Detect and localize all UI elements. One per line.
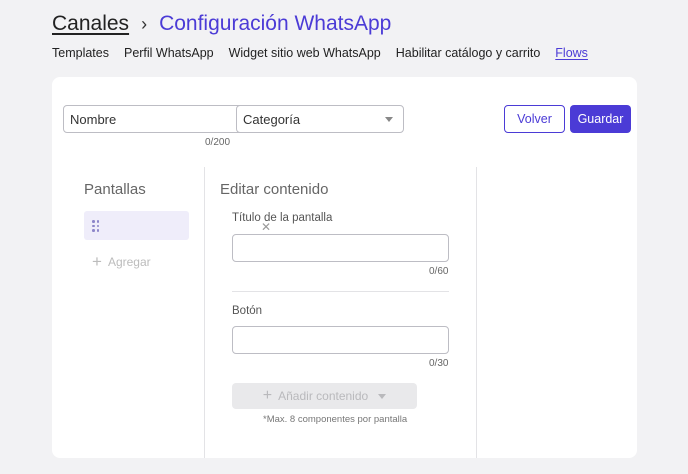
tab-widget-sitio-web[interactable]: Widget sitio web WhatsApp [229,46,381,60]
button-text-char-counter: 0/30 [429,358,449,369]
chevron-down-icon [378,393,387,399]
tab-flows[interactable]: Flows [555,46,588,60]
name-input[interactable] [64,106,258,132]
tab-templates[interactable]: Templates [52,46,109,60]
add-content-label: Añadir contenido [278,389,369,403]
button-text-input[interactable] [233,327,448,353]
button-text-label: Botón [232,305,263,317]
save-button[interactable]: Guardar [570,105,631,133]
screen-title-label: Título de la pantalla [232,212,333,224]
flow-editor-card: 0/200 Categoría Volver Guardar Pantallas… [52,77,637,458]
chevron-down-icon [385,117,393,122]
drag-handle-icon[interactable] [92,220,100,232]
breadcrumb-separator: › [141,13,148,34]
plus-icon: + [262,387,273,404]
breadcrumb: Canales › Configuración WhatsApp [52,9,391,39]
page-title: Configuración WhatsApp [159,12,392,35]
tab-habilitar-catalogo[interactable]: Habilitar catálogo y carrito [396,46,541,60]
close-icon[interactable]: ✕ [261,220,271,234]
add-content-button: + Añadir contenido [232,383,417,409]
sub-navigation: Templates Perfil WhatsApp Widget sitio w… [52,46,588,60]
add-screen-button[interactable]: + Agregar [92,253,151,270]
components-limit-note: *Max. 8 componentes por pantalla [263,414,408,425]
breadcrumb-canales-link[interactable]: Canales [52,12,129,36]
category-select[interactable]: Categoría [236,105,404,133]
name-field[interactable] [63,105,259,133]
screen-title-char-counter: 0/60 [429,266,449,277]
tab-perfil-whatsapp[interactable]: Perfil WhatsApp [124,46,214,60]
back-button[interactable]: Volver [504,105,565,133]
panel-divider-left [204,167,205,458]
screen-title-field[interactable] [232,234,449,262]
panel-divider-right [476,167,477,458]
add-screen-label: Agregar [107,254,151,269]
section-divider [232,291,449,292]
edit-content-title: Editar contenido [220,181,329,198]
name-char-counter: 0/200 [205,137,231,148]
screen-list-item[interactable] [84,211,189,240]
category-select-value: Categoría [243,111,301,127]
screens-panel-title: Pantallas [84,181,146,198]
plus-icon: + [92,252,102,271]
screen-title-input[interactable] [233,235,448,261]
button-text-field[interactable] [232,326,449,354]
